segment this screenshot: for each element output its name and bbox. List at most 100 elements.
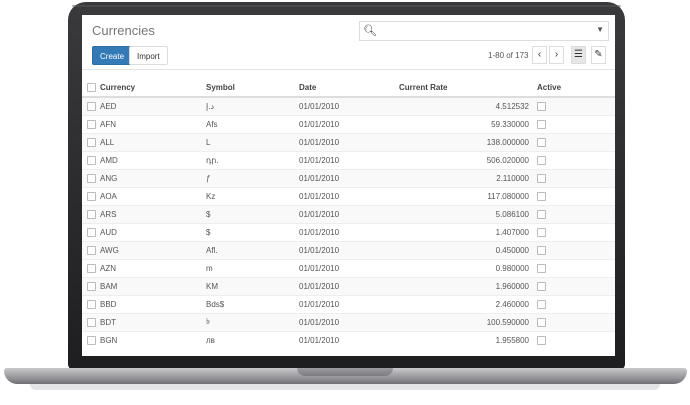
active-checkbox[interactable] (537, 102, 546, 112)
table-row[interactable]: BGN лв 01/01/2010 1.955800 (82, 331, 615, 349)
table-row[interactable]: AMD դր. 01/01/2010 506.020000 (82, 151, 615, 170)
column-current-rate[interactable]: Current Rate (399, 79, 537, 98)
column-active[interactable]: Active (537, 79, 615, 98)
table-row[interactable]: AFN Afs 01/01/2010 59.330000 (82, 115, 615, 134)
cell-active[interactable] (537, 277, 615, 296)
cell-date: 01/01/2010 (299, 331, 399, 349)
cell-active[interactable] (537, 295, 615, 314)
row-checkbox[interactable] (82, 277, 100, 296)
table-row[interactable]: ANG ƒ 01/01/2010 2.110000 (82, 169, 615, 188)
cell-active[interactable] (537, 331, 615, 349)
active-checkbox[interactable] (537, 120, 546, 130)
cell-active[interactable] (537, 115, 615, 134)
edit-icon[interactable]: ✎ (591, 46, 606, 64)
cell-currency: BDT (100, 313, 206, 332)
row-checkbox[interactable] (82, 115, 100, 134)
cell-symbol: лв (206, 331, 299, 349)
cell-date: 01/01/2010 (299, 313, 399, 332)
active-checkbox[interactable] (537, 282, 546, 292)
cell-active[interactable] (537, 223, 615, 242)
table-row[interactable]: BDT ৳ 01/01/2010 100.590000 (82, 313, 615, 332)
row-checkbox[interactable] (82, 241, 100, 260)
active-checkbox[interactable] (537, 264, 546, 274)
cell-currency: AUD (100, 223, 206, 242)
table-row[interactable]: ARS $01/01/2010 5.086100 (82, 205, 615, 224)
row-checkbox[interactable] (82, 187, 100, 206)
chevron-right-icon[interactable]: › (549, 46, 564, 64)
table-row[interactable]: AZN m 01/01/2010 0.980000 (82, 259, 615, 278)
row-checkbox[interactable] (82, 151, 100, 170)
cell-active[interactable] (537, 259, 615, 278)
cell-rate: 117.080000 (399, 187, 537, 206)
table-header: Currency Symbol Date Current Rate Active (82, 79, 615, 98)
select-all-checkbox[interactable] (82, 79, 100, 98)
table-row[interactable]: BBD Bds$ 01/01/2010 2.460000 (82, 295, 615, 314)
cell-currency: ALL (100, 133, 206, 152)
row-checkbox[interactable] (82, 205, 100, 224)
cell-rate: 138.000000 (399, 133, 537, 152)
column-symbol[interactable]: Symbol (206, 79, 299, 98)
active-checkbox[interactable] (537, 300, 546, 310)
active-checkbox[interactable] (537, 210, 546, 220)
cell-currency: AZN (100, 259, 206, 278)
cell-date: 01/01/2010 (299, 151, 399, 170)
active-checkbox[interactable] (537, 336, 546, 346)
row-checkbox[interactable] (82, 313, 100, 332)
create-button[interactable]: Create (92, 46, 133, 65)
cell-rate: 100.590000 (399, 313, 537, 332)
cell-currency: AOA (100, 187, 206, 206)
column-currency[interactable]: Currency (100, 79, 206, 98)
table-row[interactable]: AUD $01/01/2010 1.407000 (82, 223, 615, 242)
row-checkbox[interactable] (82, 331, 100, 349)
cell-active[interactable] (537, 241, 615, 260)
row-checkbox[interactable] (82, 223, 100, 242)
active-checkbox[interactable] (537, 156, 546, 166)
cell-symbol: ƒ (206, 169, 299, 188)
cell-active[interactable] (537, 133, 615, 152)
active-checkbox[interactable] (537, 228, 546, 238)
cell-active[interactable] (537, 313, 615, 332)
caret-down-icon[interactable]: ▼ (596, 25, 604, 34)
cell-currency: AED (100, 96, 206, 116)
cell-date: 01/01/2010 (299, 115, 399, 134)
cell-active[interactable] (537, 187, 615, 206)
import-button[interactable]: Import (129, 46, 168, 65)
active-checkbox[interactable] (537, 174, 546, 184)
cell-rate: 2.460000 (399, 295, 537, 314)
cell-currency: ARS (100, 205, 206, 224)
row-checkbox[interactable] (82, 133, 100, 152)
laptop-shadow (30, 384, 660, 390)
chevron-left-icon[interactable]: ‹ (532, 46, 547, 64)
cell-active[interactable] (537, 169, 615, 188)
cell-active[interactable] (537, 96, 615, 116)
list-view-icon[interactable]: ☰ (571, 46, 586, 64)
active-checkbox[interactable] (537, 318, 546, 328)
active-checkbox[interactable] (537, 246, 546, 256)
active-checkbox[interactable] (537, 138, 546, 148)
cell-date: 01/01/2010 (299, 133, 399, 152)
row-checkbox[interactable] (82, 169, 100, 188)
cell-rate: 1.407000 (399, 223, 537, 242)
cell-active[interactable] (537, 205, 615, 224)
cell-date: 01/01/2010 (299, 295, 399, 314)
table-row[interactable]: BAM KM 01/01/2010 1.960000 (82, 277, 615, 296)
column-date[interactable]: Date (299, 79, 399, 98)
cell-symbol: դր. (206, 151, 299, 170)
row-checkbox[interactable] (82, 259, 100, 278)
table-row[interactable]: AWG Afl. 01/01/2010 0.450000 (82, 241, 615, 260)
cell-date: 01/01/2010 (299, 241, 399, 260)
table-row[interactable]: AOA Kz 01/01/2010 117.080000 (82, 187, 615, 206)
cell-rate: 2.110000 (399, 169, 537, 188)
active-checkbox[interactable] (537, 192, 546, 202)
cell-symbol: $ (206, 223, 299, 242)
row-checkbox[interactable] (82, 295, 100, 314)
row-checkbox[interactable] (82, 96, 100, 116)
cell-currency: AMD (100, 151, 206, 170)
table-row[interactable]: AED د.إ 01/01/2010 4.512532 (82, 96, 615, 116)
search-input[interactable]: 🔍︎ ▼ (359, 21, 609, 41)
table-row[interactable]: ALL L 01/01/2010 138.000000 (82, 133, 615, 152)
pager-value[interactable]: 1-80 of 173 (488, 51, 528, 60)
cell-active[interactable] (537, 151, 615, 170)
cell-symbol: Bds$ (206, 295, 299, 314)
cell-rate: 59.330000 (399, 115, 537, 134)
